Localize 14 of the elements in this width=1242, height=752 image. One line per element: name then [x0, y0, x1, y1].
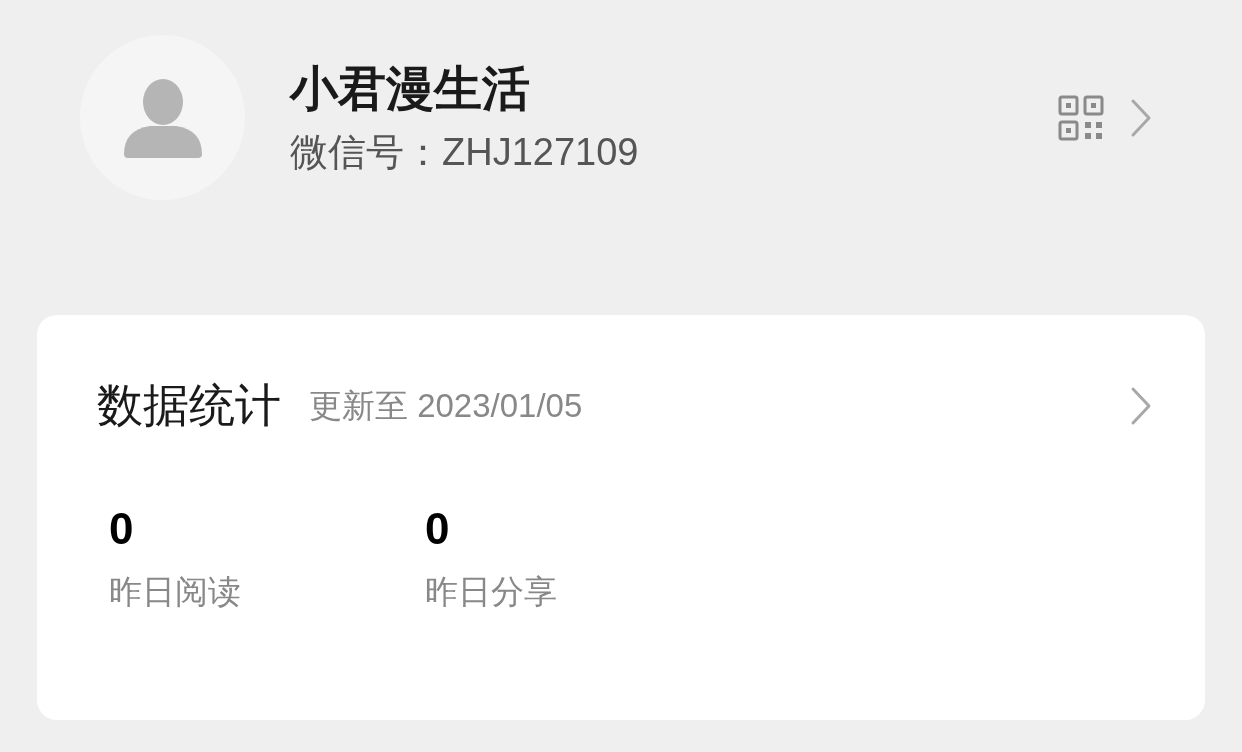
- person-icon: [121, 77, 204, 158]
- stats-card[interactable]: 数据统计 更新至 2023/01/05 0 昨日阅读 0 昨日分享: [37, 315, 1205, 720]
- stat-label: 昨日阅读: [109, 571, 242, 612]
- qr-code-icon: [1058, 94, 1104, 141]
- stat-value: 0: [109, 506, 135, 551]
- qr-code-button[interactable]: [1058, 94, 1152, 141]
- card-title: 数据统计: [97, 378, 281, 433]
- update-date: 更新至 2023/01/05: [309, 386, 583, 427]
- chevron-right-icon: [1130, 97, 1152, 138]
- stat-label: 昨日分享: [425, 571, 558, 612]
- chevron-right-icon: [1130, 385, 1152, 426]
- account-name: 小君漫生活: [290, 60, 531, 117]
- stat-value: 0: [425, 506, 451, 551]
- wechat-id: 微信号：ZHJ127109: [290, 129, 639, 175]
